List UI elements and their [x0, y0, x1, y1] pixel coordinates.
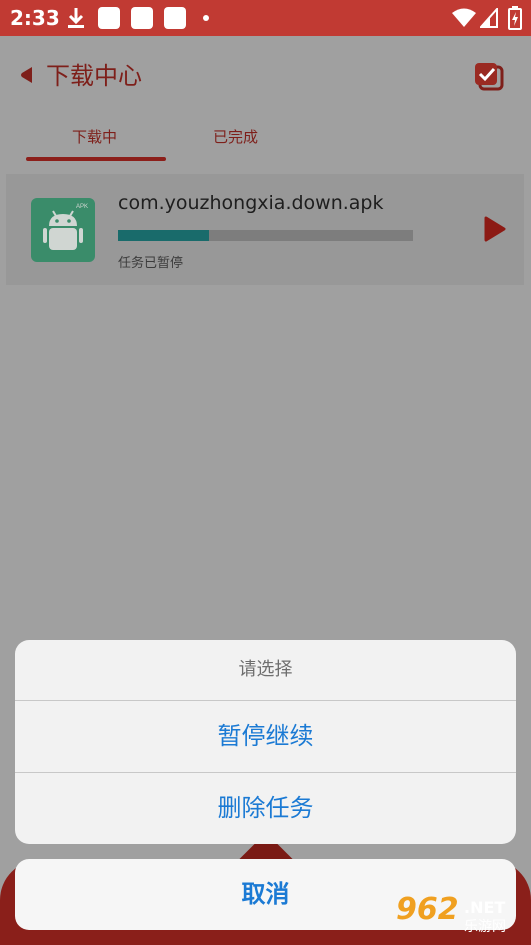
- watermark-suffix: .NET: [464, 898, 506, 917]
- download-progress-bar: [118, 230, 413, 241]
- play-icon[interactable]: [484, 216, 506, 242]
- download-icon: [68, 8, 84, 28]
- battery-icon: [508, 6, 522, 30]
- header: 下载中心: [0, 36, 531, 120]
- status-bar: 2:33: [0, 0, 531, 36]
- tab-completed[interactable]: 已完成: [213, 126, 258, 148]
- svg-text:APK: APK: [76, 204, 88, 210]
- notification-square-icon: [164, 7, 186, 29]
- signal-icon: [480, 8, 498, 28]
- download-list-item[interactable]: APK com.youzhongxia.down.apk 任务已暂停: [6, 174, 524, 285]
- notification-square-icon: [131, 7, 153, 29]
- action-sheet-title: 请选择: [238, 659, 293, 680]
- multi-select-check-icon[interactable]: [473, 62, 505, 92]
- dot-icon: [203, 15, 209, 21]
- file-name: com.youzhongxia.down.apk: [118, 192, 384, 214]
- delete-task-button[interactable]: 删除任务: [15, 773, 516, 844]
- notification-square-icon: [98, 7, 120, 29]
- android-apk-icon: APK: [31, 198, 95, 262]
- pause-resume-button[interactable]: 暂停继续: [15, 701, 516, 772]
- watermark: 962 .NET 乐游网: [390, 890, 528, 942]
- status-time: 2:33: [10, 6, 60, 30]
- watermark-name: 乐游网: [464, 919, 506, 935]
- tab-downloading[interactable]: 下载中: [72, 126, 117, 148]
- back-arrow-icon[interactable]: [20, 67, 32, 83]
- watermark-logo: 962: [396, 892, 459, 927]
- page-title: 下载中心: [46, 62, 142, 90]
- action-sheet: 请选择 暂停继续 删除任务: [15, 640, 516, 844]
- download-progress-fill: [118, 230, 210, 241]
- wifi-icon: [452, 8, 476, 27]
- task-status: 任务已暂停: [118, 256, 184, 271]
- tab-indicator: [26, 157, 166, 161]
